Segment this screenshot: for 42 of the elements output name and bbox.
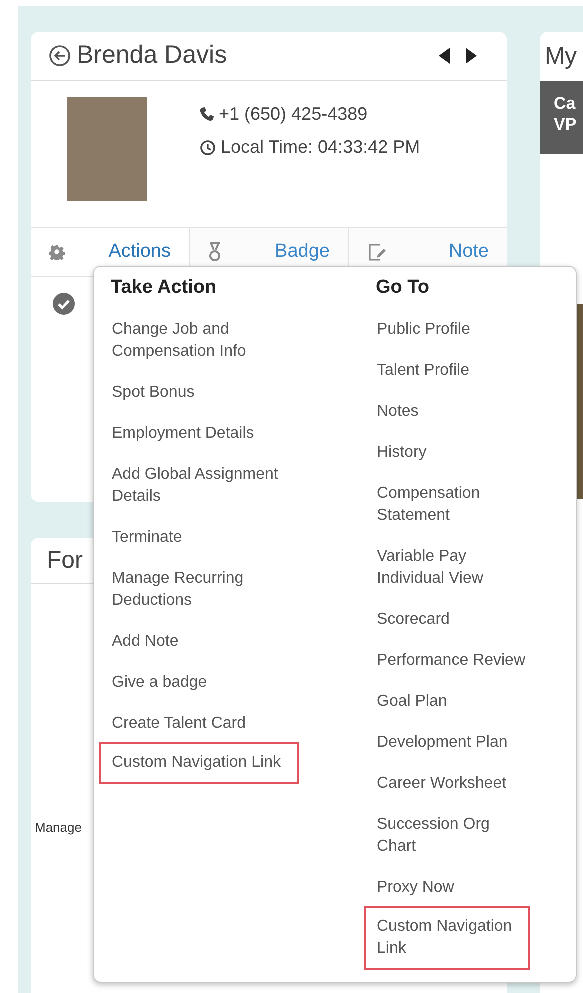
menu-item[interactable]: History <box>364 440 445 466</box>
card-title: My <box>545 42 577 72</box>
next-icon[interactable] <box>466 48 477 64</box>
menu-item[interactable]: Employment Details <box>99 421 272 447</box>
gear-icon <box>49 244 65 260</box>
menu-item[interactable]: Manage Recurring Deductions <box>99 566 262 614</box>
previous-icon[interactable] <box>439 48 450 64</box>
menu-item[interactable]: Create Talent Card <box>99 711 264 737</box>
edit-note-icon <box>367 242 387 262</box>
menu-item[interactable]: Add Global Assignment Details <box>99 462 296 510</box>
menu-item[interactable]: Custom Navigation Link <box>99 742 299 784</box>
menu-item[interactable]: Notes <box>364 399 437 425</box>
menu-item[interactable]: Goal Plan <box>364 689 466 715</box>
menu-item[interactable]: Performance Review <box>364 648 544 674</box>
phone-icon <box>200 107 214 122</box>
menu-item[interactable]: Career Worksheet <box>364 771 525 797</box>
menu-item[interactable]: Custom Navigation Link <box>364 906 530 970</box>
menu-item[interactable]: Succession Org Chart <box>364 812 508 860</box>
menu-item[interactable]: Development Plan <box>364 730 526 756</box>
banner-text: VP <box>554 114 578 135</box>
menu-item[interactable]: Compensation Statement <box>364 481 498 529</box>
check-circle-icon <box>53 293 75 315</box>
menu-item[interactable]: Scorecard <box>364 607 468 633</box>
menu-item[interactable]: Terminate <box>99 525 200 551</box>
menu-item[interactable]: Public Profile <box>364 317 488 343</box>
phone-number: +1 (650) 425-4389 <box>219 103 368 126</box>
menu-item[interactable]: Proxy Now <box>364 875 472 901</box>
menu-item[interactable]: Talent Profile <box>364 358 488 384</box>
employee-name: Brenda Davis <box>77 40 228 72</box>
card-title: For <box>47 546 83 576</box>
menu-item[interactable]: Add Note <box>99 629 197 655</box>
banner-text: Ca <box>554 93 577 114</box>
menu-item[interactable]: Change Job and Compensation Info <box>99 317 264 365</box>
chart-label: Manage <box>35 820 82 835</box>
clock-icon <box>200 140 216 156</box>
menu-item[interactable]: Variable Pay Individual View <box>364 544 502 592</box>
menu-item[interactable]: Spot Bonus <box>99 380 213 406</box>
medal-icon <box>208 242 222 262</box>
menu-heading: Take Action <box>110 276 218 300</box>
local-time: Local Time: 04:33:42 PM <box>221 136 420 159</box>
menu-item[interactable]: Give a badge <box>99 670 226 696</box>
menu-heading: Go To <box>375 276 430 300</box>
